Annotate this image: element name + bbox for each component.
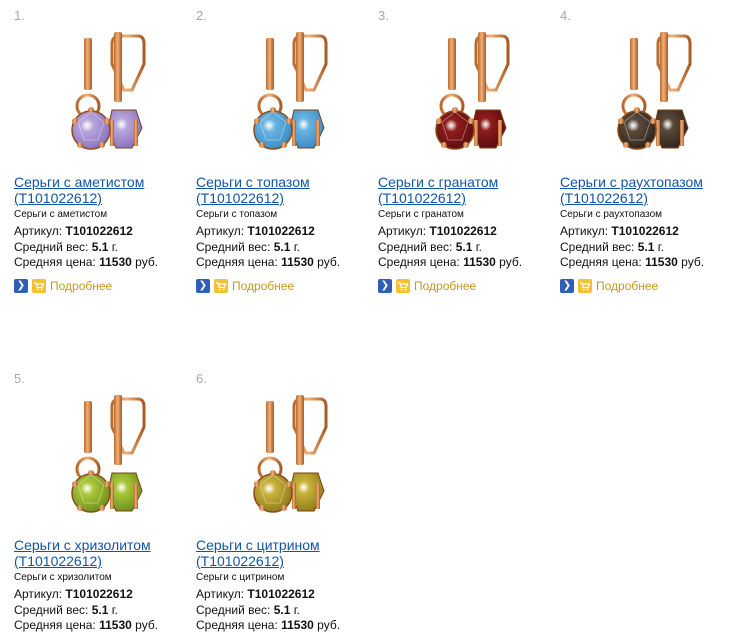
weight-row: Средний вес: 5.1 г. [378,240,482,254]
weight-row: Средний вес: 5.1 г. [14,240,118,254]
article-value: Т101022612 [247,587,315,601]
price-value: 11530 [99,255,132,269]
hook [296,395,304,465]
article-value: Т101022612 [429,224,497,238]
article-value: Т101022612 [65,587,133,601]
product-title-link[interactable]: Серьги с цитрином (Т101022612) [196,537,368,569]
cart-icon[interactable] [396,279,410,293]
product-actions: ❯ Подробнее [560,278,658,294]
product-title-link[interactable]: Серьги с хризолитом (Т101022612) [14,537,186,569]
price-value: 11530 [645,255,678,269]
product-number: 2. [196,8,207,23]
weight-value: 5.1 [455,240,473,254]
hook [114,32,122,102]
article-row: Артикул: Т101022612 [14,224,133,238]
price-row: Средняя цена: 11530 руб. [378,255,523,269]
product-subtitle: Серьги с раухтопазом [560,209,663,220]
earring-image[interactable] [28,24,166,166]
weight-value: 5.1 [91,603,109,617]
article-row: Артикул: Т101022612 [196,224,315,238]
weight-row: Средний вес: 5.1 г. [196,240,300,254]
weight-row: Средний вес: 5.1 г. [560,240,664,254]
product-title-link[interactable]: Серьги с аметистом (Т101022612) [14,174,186,206]
product-number: 4. [560,8,571,23]
article-row: Артикул: Т101022612 [196,587,315,601]
article-row: Артикул: Т101022612 [378,224,497,238]
arrow-right-icon[interactable]: ❯ [560,279,574,293]
earring-image[interactable] [210,24,348,166]
article-row: Артикул: Т101022612 [14,587,133,601]
earring-image[interactable] [574,24,712,166]
product-title-link[interactable]: Серьги с топазом (Т101022612) [196,174,368,206]
arrow-right-icon[interactable]: ❯ [378,279,392,293]
weight-row: Средний вес: 5.1 г. [14,603,118,617]
product-subtitle: Серьги с гранатом [378,209,464,220]
price-row: Средняя цена: 11530 руб. [560,255,705,269]
article-value: Т101022612 [65,224,133,238]
details-link[interactable]: Подробнее [414,279,476,293]
product-subtitle: Серьги с топазом [196,209,278,220]
weight-value: 5.1 [273,603,291,617]
details-link[interactable]: Подробнее [596,279,658,293]
product-number: 6. [196,371,207,386]
details-link[interactable]: Подробнее [50,279,112,293]
weight-value: 5.1 [91,240,109,254]
weight-value: 5.1 [273,240,291,254]
product-number: 5. [14,371,25,386]
article-row: Артикул: Т101022612 [560,224,679,238]
article-value: Т101022612 [611,224,679,238]
price-row: Средняя цена: 11530 руб. [196,255,341,269]
article-value: Т101022612 [247,224,315,238]
price-value: 11530 [463,255,496,269]
product-actions: ❯ Подробнее [378,278,476,294]
cart-icon[interactable] [214,279,228,293]
product-title-link[interactable]: Серьги с гранатом (Т101022612) [378,174,550,206]
earring-image[interactable] [210,387,348,529]
weight-row: Средний вес: 5.1 г. [196,603,300,617]
product-actions: ❯ Подробнее [14,278,112,294]
arrow-right-icon[interactable]: ❯ [196,279,210,293]
earring-image[interactable] [28,387,166,529]
hook [296,32,304,102]
details-link[interactable]: Подробнее [232,279,294,293]
cart-icon[interactable] [32,279,46,293]
price-value: 11530 [281,255,314,269]
hook [660,32,668,102]
product-number: 3. [378,8,389,23]
product-subtitle: Серьги с хризолитом [14,572,112,583]
product-title-link[interactable]: Серьги с раухтопазом (Т101022612) [560,174,732,206]
earring-image[interactable] [392,24,530,166]
arrow-right-icon[interactable]: ❯ [14,279,28,293]
cart-icon[interactable] [578,279,592,293]
price-row: Средняя цена: 11530 руб. [14,255,159,269]
weight-value: 5.1 [637,240,655,254]
hook [478,32,486,102]
product-number: 1. [14,8,25,23]
product-subtitle: Серьги с аметистом [14,209,108,220]
product-subtitle: Серьги с цитрином [196,572,285,583]
hook [114,395,122,465]
product-actions: ❯ Подробнее [196,278,294,294]
